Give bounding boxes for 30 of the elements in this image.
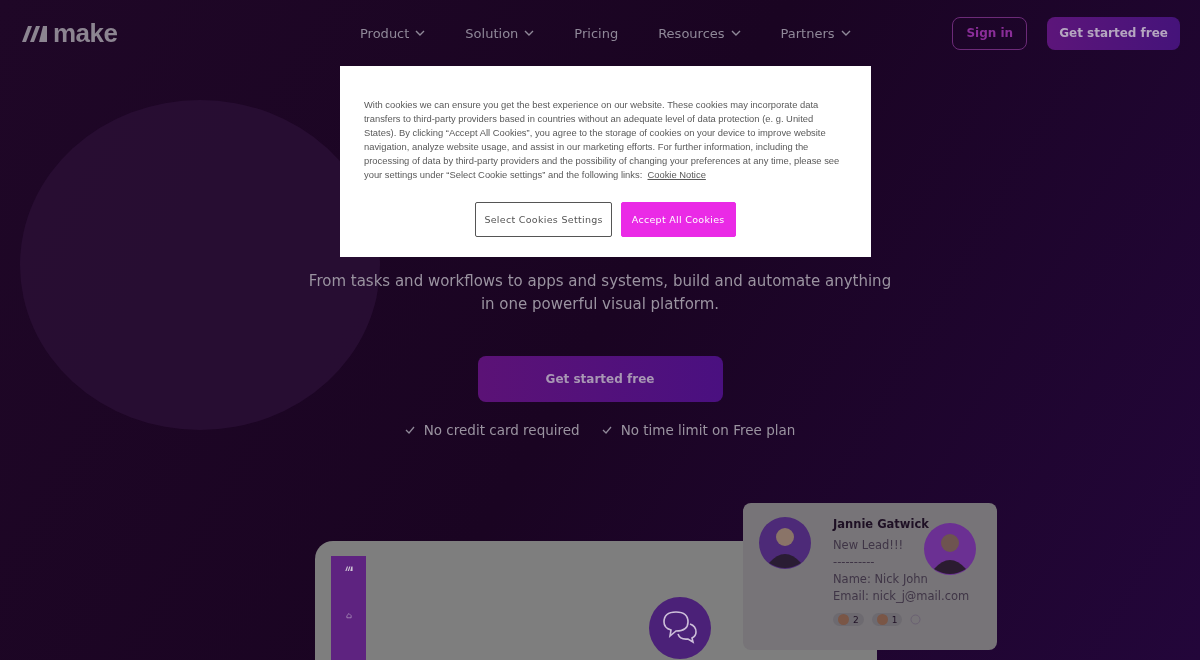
check-label: No credit card required (423, 422, 580, 438)
nav-link[interactable]: Pricing (574, 25, 619, 41)
emoji-icon (876, 614, 888, 625)
message-line: New Lead!!! (833, 538, 905, 552)
nav-link[interactable]: Solution (465, 25, 535, 41)
reaction-chip[interactable]: 2 (833, 613, 864, 626)
emoji-icon (838, 614, 849, 625)
avatar (759, 517, 811, 569)
sender-name: Jannie Gatwick (833, 517, 930, 531)
check-label: No time limit on Free plan (620, 422, 796, 438)
home-icon[interactable] (343, 613, 354, 619)
nav-link[interactable]: Resources (658, 25, 741, 41)
cookie-notice-link[interactable]: Cookie Notice (647, 169, 706, 180)
cookie-settings-button[interactable]: Select Cookies Settings (475, 202, 612, 237)
nav-link[interactable]: Product (360, 25, 426, 41)
message-line: ---------- (833, 555, 876, 569)
get-started-button[interactable]: Get started free (1047, 16, 1180, 50)
message-line: Name: Nick John (833, 572, 929, 586)
message-line: Email: nick_j@mail.com (833, 589, 970, 603)
chat-bubble-icon (648, 596, 712, 660)
accept-cookies-button[interactable]: Accept All Cookies (620, 202, 736, 237)
logo-icon (20, 24, 50, 42)
logo-text[interactable]: make (53, 17, 118, 49)
hero-subtitle: From tasks and workflows to apps and systems, build and automate anything in one powerful visual platform. (307, 271, 893, 315)
cookie-text: With cookies we can ensure you get the best experience on our website. These cookies may incorporate data transfers to third-party providers based in countries without an adequate level of data protection (e. g. United States). By clicking “Accept All Cookies”, you agree to the storage of cookies on your device to improve website navigation, analyze website usage, and assist in our marketing efforts. For further information, including the processing of data by third-party providers and the possibility of changing your preferences at any time, please see your settings under “Select Cookie settings” and the following links: Cookie Notice (364, 98, 841, 182)
reaction-chip[interactable]: 1 (871, 613, 903, 626)
check-icon (601, 426, 612, 434)
get-started-button[interactable]: Get started free (477, 356, 723, 402)
nav-link[interactable]: Partners (780, 25, 851, 41)
check-icon (404, 426, 415, 434)
